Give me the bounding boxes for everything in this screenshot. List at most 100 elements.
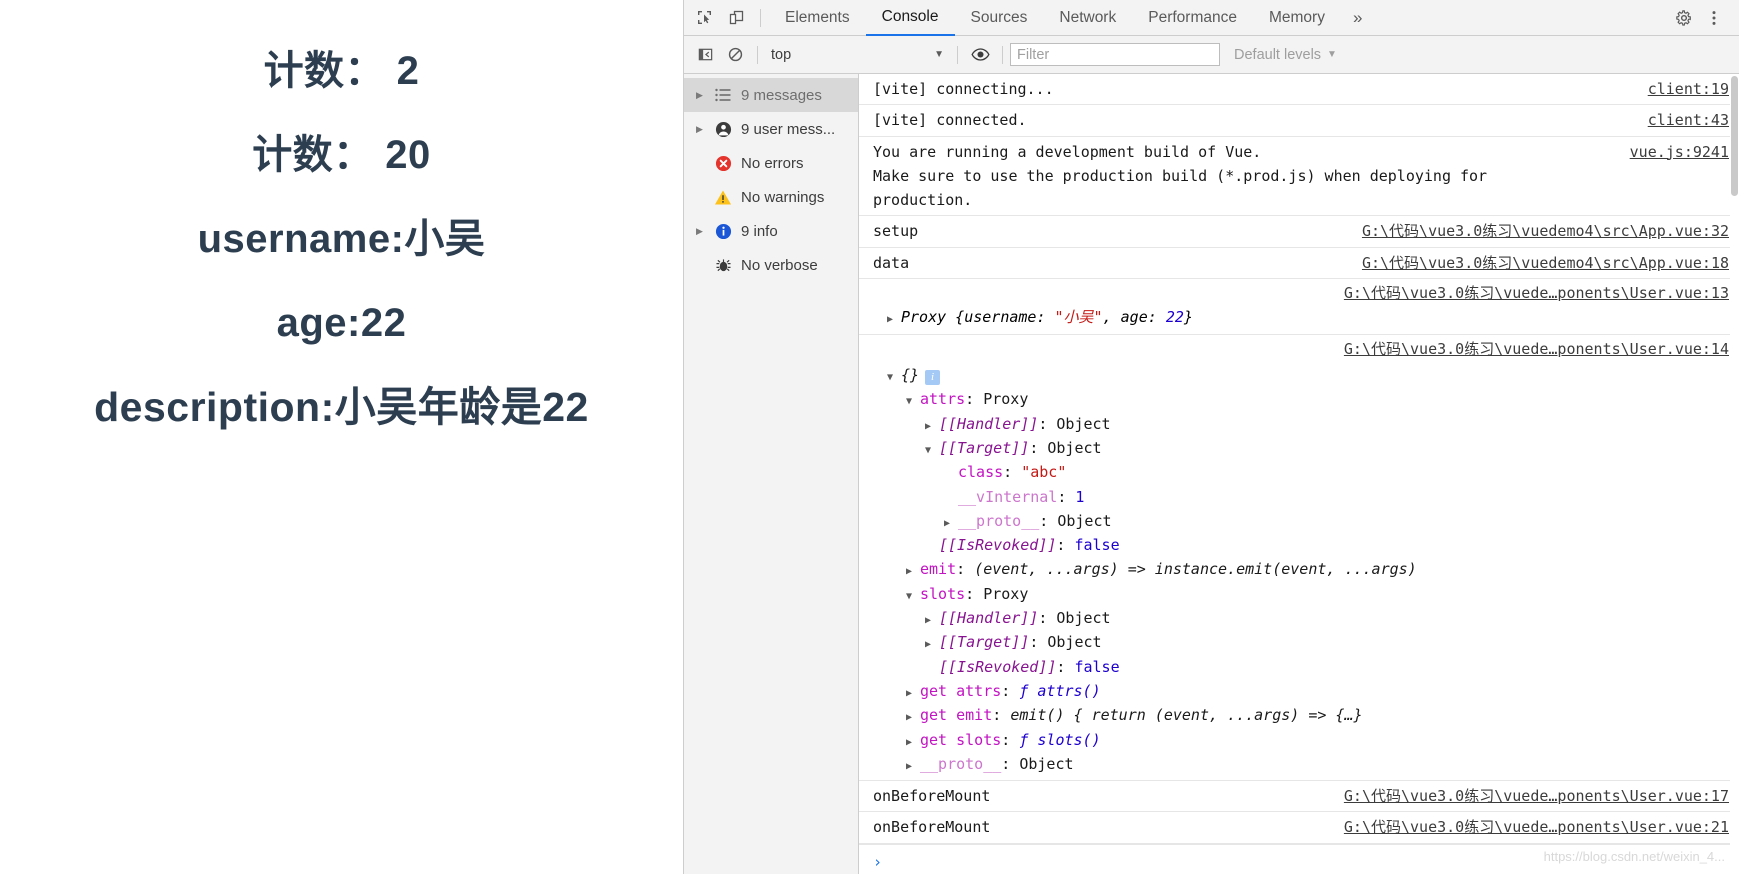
sidebar-item-messages[interactable]: ▶ 9 messages — [684, 78, 858, 112]
message-source-link[interactable]: G:\代码\vue3.0练习\vuedemo4\src\App.vue:32 — [1362, 219, 1729, 243]
message-source-link[interactable]: G:\代码\vue3.0练习\vuedemo4\src\App.vue:18 — [1362, 251, 1729, 275]
tab-performance[interactable]: Performance — [1132, 0, 1253, 36]
message-text: [vite] connecting... — [873, 80, 1054, 98]
tab-elements[interactable]: Elements — [769, 0, 866, 36]
list-icon — [712, 88, 734, 102]
expand-arrow-icon[interactable] — [906, 710, 920, 726]
object-tree-row[interactable]: [[IsRevoked]]: false — [873, 533, 1729, 557]
expand-arrow-icon[interactable] — [906, 759, 920, 775]
object-value: (event, ...args) => instance.emit(event,… — [974, 560, 1417, 579]
object-tree-row[interactable]: [[Handler]]: Object — [873, 412, 1729, 436]
console-scrollbar[interactable] — [1730, 74, 1739, 874]
object-tree-row[interactable]: emit: (event, ...args) => instance.emit(… — [873, 557, 1729, 581]
tab-sources[interactable]: Sources — [955, 0, 1044, 36]
chevron-down-icon: ▼ — [1327, 49, 1337, 60]
devtools-panel: Elements Console Sources Network Perform… — [683, 0, 1739, 874]
object-tree-row[interactable]: get slots: ƒ slots() — [873, 728, 1729, 752]
object-value: Object — [1056, 609, 1111, 628]
console-proxy-message[interactable]: G:\代码\vue3.0练习\vuede…ponents\User.vue:13… — [859, 279, 1739, 336]
clear-console-icon[interactable] — [720, 42, 750, 68]
console-messages[interactable]: [vite] connecting... client:19 [vite] co… — [859, 74, 1739, 874]
console-message[interactable]: setup G:\代码\vue3.0练习\vuedemo4\src\App.vu… — [859, 216, 1739, 248]
proxy-close: } — [1183, 308, 1193, 327]
message-source-link[interactable]: vue.js:9241 — [1630, 140, 1729, 164]
object-value: ƒ attrs() — [1019, 681, 1101, 700]
tab-memory[interactable]: Memory — [1253, 0, 1341, 36]
chevron-right-icon[interactable]: ▶ — [694, 226, 705, 237]
tab-console[interactable]: Console — [865, 0, 955, 36]
object-key: get slots — [920, 730, 1002, 749]
object-key: __proto__ — [958, 511, 1040, 530]
screen-root: 计数： 2 计数： 20 username:小吴 age:22 descript… — [0, 0, 1739, 874]
message-source-link[interactable]: G:\代码\vue3.0练习\vuede…ponents\User.vue:21 — [1344, 815, 1729, 839]
object-separator: : — [1039, 511, 1058, 530]
console-message[interactable]: onBeforeMount G:\代码\vue3.0练习\vuede…ponen… — [859, 781, 1739, 813]
expand-arrow-icon[interactable] — [925, 613, 939, 629]
object-tree-row[interactable]: attrs: Proxy — [873, 387, 1729, 411]
collapse-arrow-icon[interactable] — [925, 443, 939, 459]
object-tree-row[interactable]: __proto__: Object — [873, 752, 1729, 776]
expand-arrow-icon[interactable] — [944, 516, 958, 532]
sidebar-item-info[interactable]: ▶ 9 info — [684, 214, 858, 248]
user-icon — [712, 121, 734, 138]
object-tree-row[interactable]: get emit: emit() { return (event, ...arg… — [873, 703, 1729, 727]
warning-icon — [712, 189, 734, 206]
console-message[interactable]: [vite] connecting... client:19 — [859, 74, 1739, 106]
gear-icon[interactable] — [1669, 3, 1699, 33]
object-tree-row[interactable]: [[IsRevoked]]: false — [873, 655, 1729, 679]
expand-arrow-icon[interactable] — [925, 637, 939, 653]
object-tree-row[interactable]: [[Target]]: Object — [873, 436, 1729, 460]
description-line: description:小吴年龄是22 — [94, 384, 589, 430]
info-badge-icon: i — [925, 370, 941, 386]
prompt-symbol: › — [873, 853, 883, 872]
tab-network[interactable]: Network — [1043, 0, 1132, 36]
message-source-link[interactable]: G:\代码\vue3.0练习\vuede…ponents\User.vue:14 — [1344, 337, 1729, 361]
log-levels-selector[interactable]: Default levels ▼ — [1234, 47, 1337, 63]
more-tabs-icon[interactable]: » — [1341, 0, 1374, 36]
object-key: [[Target]] — [939, 633, 1030, 652]
collapse-arrow-icon[interactable] — [906, 589, 920, 605]
object-tree-row[interactable]: __proto__: Object — [873, 509, 1729, 533]
expand-arrow-icon[interactable] — [925, 419, 939, 435]
console-message[interactable]: You are running a development build of V… — [859, 137, 1739, 217]
collapse-arrow-icon[interactable] — [887, 370, 901, 386]
device-toolbar-icon[interactable] — [722, 5, 750, 31]
console-prompt[interactable]: › — [859, 843, 1739, 874]
error-icon — [712, 155, 734, 172]
object-tree-row[interactable]: class: "abc" — [873, 460, 1729, 484]
object-tree-row[interactable]: [[Handler]]: Object — [873, 606, 1729, 630]
show-console-sidebar-icon[interactable] — [690, 42, 720, 68]
chevron-right-icon[interactable]: ▶ — [694, 124, 705, 135]
sidebar-item-verbose[interactable]: ▶ No verbose — [684, 248, 858, 282]
object-tree-row[interactable]: __vInternal: 1 — [873, 485, 1729, 509]
expand-arrow-icon[interactable] — [906, 564, 920, 580]
console-message[interactable]: [vite] connected. client:43 — [859, 105, 1739, 137]
object-tree-row[interactable]: slots: Proxy — [873, 582, 1729, 606]
scrollbar-thumb[interactable] — [1731, 76, 1738, 196]
console-message[interactable]: onBeforeMount G:\代码\vue3.0练习\vuede…ponen… — [859, 812, 1739, 844]
object-value: Object — [1056, 414, 1111, 433]
message-source-link[interactable]: client:19 — [1648, 77, 1729, 101]
sidebar-item-errors[interactable]: ▶ No errors — [684, 146, 858, 180]
message-source-link[interactable]: client:43 — [1648, 108, 1729, 132]
object-key: [[Handler]] — [939, 414, 1039, 433]
expand-arrow-icon[interactable] — [887, 312, 901, 328]
expand-arrow-icon[interactable] — [906, 686, 920, 702]
more-vertical-icon[interactable] — [1699, 3, 1729, 33]
inspect-element-icon[interactable] — [690, 5, 718, 31]
object-tree-row[interactable]: get attrs: ƒ attrs() — [873, 679, 1729, 703]
console-message[interactable]: data G:\代码\vue3.0练习\vuedemo4\src\App.vue… — [859, 248, 1739, 280]
message-source-link[interactable]: G:\代码\vue3.0练习\vuede…ponents\User.vue:17 — [1344, 784, 1729, 808]
chevron-right-icon[interactable]: ▶ — [694, 90, 705, 101]
sidebar-item-warnings[interactable]: ▶ No warnings — [684, 180, 858, 214]
expand-arrow-icon[interactable] — [906, 735, 920, 751]
object-tree-row[interactable]: [[Target]]: Object — [873, 630, 1729, 654]
devtools-tabs: Elements Console Sources Network Perform… — [769, 0, 1374, 36]
sidebar-item-user-messages[interactable]: ▶ 9 user mess... — [684, 112, 858, 146]
execution-context-selector[interactable]: top ▼ — [765, 43, 950, 67]
live-expression-icon[interactable] — [965, 42, 995, 68]
console-object-tree[interactable]: G:\代码\vue3.0练习\vuede…ponents\User.vue:14… — [859, 335, 1739, 782]
filter-input[interactable] — [1010, 43, 1220, 66]
message-source-link[interactable]: G:\代码\vue3.0练习\vuede…ponents\User.vue:13 — [1344, 281, 1729, 305]
collapse-arrow-icon[interactable] — [906, 394, 920, 410]
